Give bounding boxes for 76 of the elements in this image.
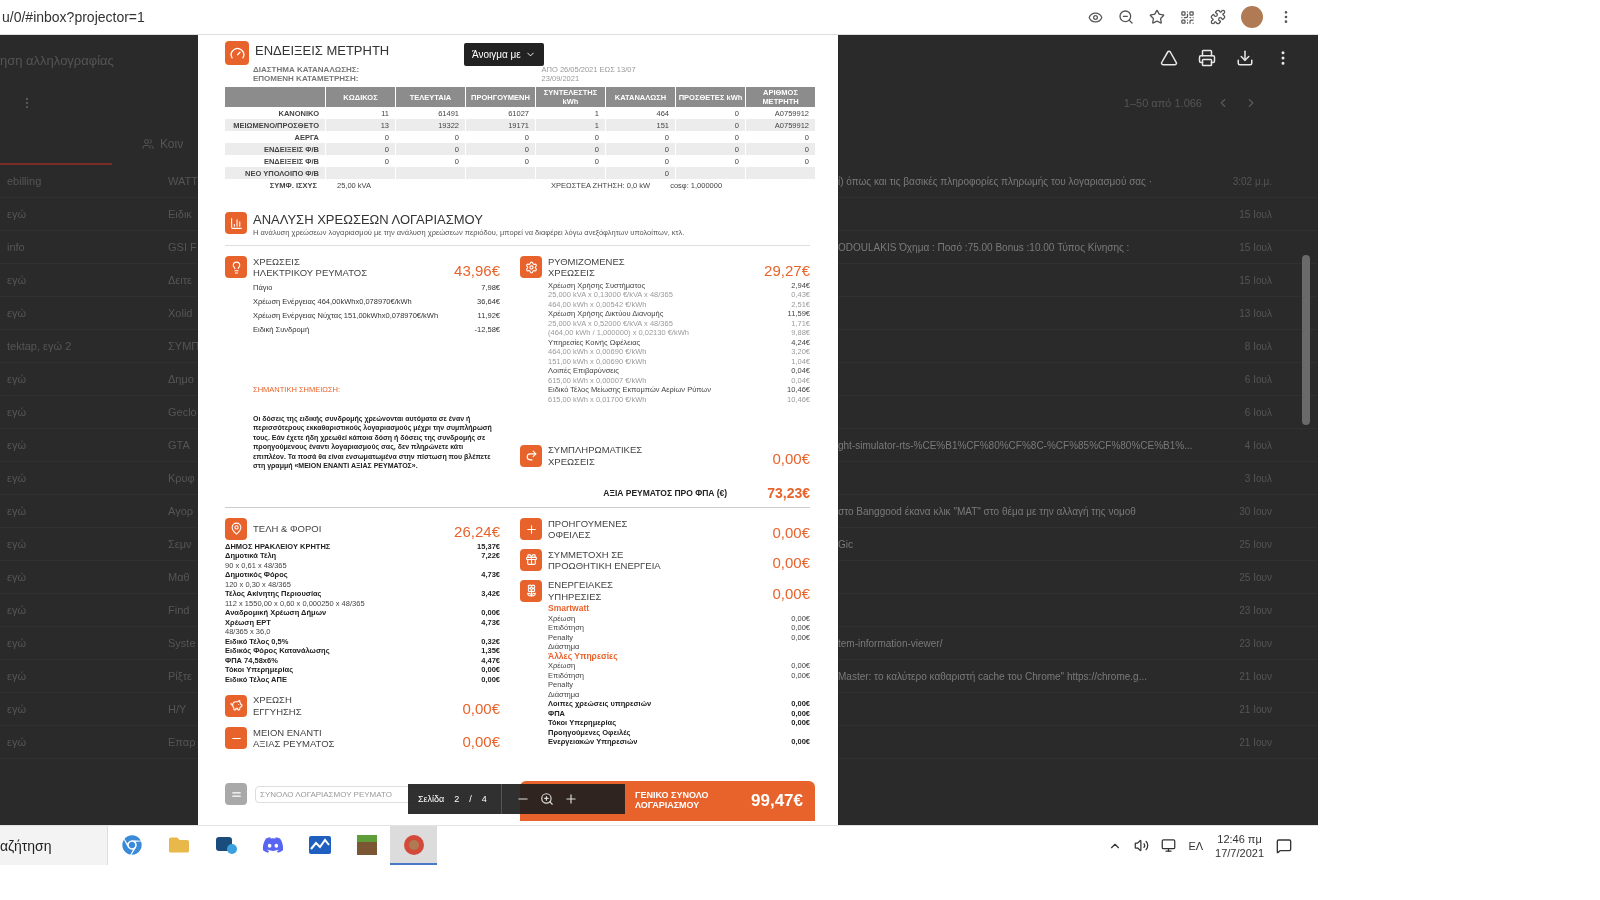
section-title: ΤΕΛΗ & ΦΟΡΟΙ xyxy=(253,523,323,535)
chrome-icon xyxy=(121,834,142,855)
page-number: 2 xyxy=(454,794,460,804)
bar-chart-icon xyxy=(225,212,247,234)
section-title: ΧΡΕΩΣΗ ΕΓΓΥΗΣΗΣ xyxy=(253,694,303,718)
analysis-title: ΑΝΑΛΥΣΗ ΧΡΕΩΣΕΩΝ ΛΟΓΑΡΙΑΣΜΟΥ xyxy=(253,212,484,227)
section-icon xyxy=(225,727,247,750)
triangle-icon[interactable] xyxy=(1160,48,1178,67)
section-title: ΣΥΜΜΕΤΟΧΗ ΣΕ ΠΡΟΩΘΗΤΙΚΗ ΕΝΕΡΓΕΙΑ xyxy=(548,548,662,572)
section-icon xyxy=(225,694,247,717)
page-separator: / xyxy=(469,794,472,804)
section-amount: 0,00€ xyxy=(462,700,500,718)
section-amount: 0,00€ xyxy=(772,450,810,468)
qr-code-icon[interactable] xyxy=(1180,9,1195,25)
email-snippet: Gic xyxy=(838,538,854,550)
section-title: ΧΡΕΩΣΕΙΣ ΗΛΕΚΤΡΙΚΟΥ ΡΕΥΜΑΤΟΣ xyxy=(253,256,369,279)
meter-title: ΕΝΔΕΙΞΕΙΣ ΜΕΤΡΗΤΗ xyxy=(255,43,390,58)
app-icon xyxy=(214,834,237,855)
grand-total-amount: 99,47€ xyxy=(751,791,803,811)
eye-icon[interactable] xyxy=(1088,9,1103,25)
section-amount: 26,24€ xyxy=(454,522,500,540)
notification-icon[interactable] xyxy=(1276,837,1292,854)
section-amount: 0,00€ xyxy=(772,523,810,541)
star-icon[interactable] xyxy=(1149,9,1165,25)
print-icon[interactable] xyxy=(1198,48,1216,67)
subtotal-label: ΑΞΙΑ ΡΕΥΜΑΤΟΣ ΠΡΟ ΦΠΑ (€) xyxy=(603,487,728,498)
grass-block-icon xyxy=(356,834,377,855)
zoom-out-icon[interactable] xyxy=(1118,9,1134,25)
chrome-profile-icon xyxy=(402,833,425,856)
grand-total-label: ΓΕΝΙΚΟ ΣΥΝΟΛΟ ΛΟΓΑΡΙΑΣΜΟΥ xyxy=(635,791,710,811)
section-title: ΠΡΟΗΓΟΥΜΕΝΕΣ ΟΦΕΙΛΕΣ xyxy=(548,517,629,541)
line-heading: Άλλες Υπηρεσίες xyxy=(548,651,619,662)
email-snippet: ODOULAKIS Όχημα : Ποσό :75.00 Bonus :10.00 Τύπος Κίνησης : xyxy=(838,241,1131,253)
email-snippet: Master: το καλύτερο καθαριστή cache του Chrome" https://chrome.g... xyxy=(838,670,1148,682)
section-icon xyxy=(520,518,542,541)
email-snippet: ght-simulator-rts-%CE%B1%CF%80%CF%8C-%CF%85%CF%80%CE%B1%... xyxy=(838,439,1194,451)
subtotal-amount: 73,23€ xyxy=(767,484,810,501)
equals-icon xyxy=(225,783,247,805)
people-icon xyxy=(142,138,154,150)
section-title: ΡΥΘΜΙΖΟΜΕΝΕΣ ΧΡΕΩΣΕΙΣ xyxy=(548,256,626,279)
email-snippet: tem-information-viewer/ xyxy=(838,637,944,649)
section-amount: 43,96€ xyxy=(454,261,500,279)
page-total: 4 xyxy=(481,794,487,804)
taskbar-search[interactable]: αζήτηση xyxy=(0,826,108,865)
language-indicator[interactable]: ΕΛ xyxy=(1188,839,1204,852)
section-title: ΣΥΜΠΛΗΡΩΜΑΤΙΚΕΣ ΧΡΕΩΣΕΙΣ xyxy=(548,444,644,468)
download-icon[interactable] xyxy=(1236,48,1254,67)
scrollbar[interactable] xyxy=(1302,255,1310,425)
gauge-icon xyxy=(225,41,249,65)
section-title: ΜΕΙΟΝ ΕΝΑΝΤΙ ΑΞΙΑΣ ΡΕΥΜΑΤΟΣ xyxy=(253,727,336,750)
section-amount: 0,00€ xyxy=(462,732,500,750)
wave-chart-icon xyxy=(308,835,331,854)
email-snippet: ί) όπως και τις βασικές πληροφορίες πληρωμής του λογαριασμού σας · xyxy=(838,175,1154,187)
avatar[interactable] xyxy=(1241,6,1263,28)
zoom-icon[interactable] xyxy=(539,792,554,806)
section-icon xyxy=(225,256,247,279)
period-label: ΔΙΑΣΤΗΜΑ ΚΑΤΑΝΑΛΩΣΗΣ: xyxy=(253,65,361,74)
email-snippet: στο Banggood έκανα κλικ "ΜΑΤ" στο θέμα με την αλλαγή της νομοθ xyxy=(838,505,1137,517)
section-icon xyxy=(520,444,542,467)
address-bar[interactable]: u/0/#inbox?projector=1 xyxy=(2,9,1088,25)
puzzle-icon[interactable] xyxy=(1210,9,1226,25)
line-heading: Smartwatt xyxy=(548,604,591,614)
section-amount: 0,00€ xyxy=(772,585,810,603)
section-amount: 29,27€ xyxy=(764,261,810,279)
section-amount: 0,00€ xyxy=(772,554,810,572)
open-with-button[interactable]: Άνοιγμα με xyxy=(464,43,544,66)
section-title: ΕΝΕΡΓΕΙΑΚΕΣ ΥΠΗΡΕΣΙΕΣ xyxy=(548,579,614,603)
network-icon[interactable] xyxy=(1161,838,1177,853)
next-reading-label: ΕΠΟΜΕΝΗ ΚΑΤΑΜΕΤΡΗΣΗ: xyxy=(253,74,360,83)
clock[interactable]: 12:46 πμ 17/7/2021 xyxy=(1215,831,1264,860)
section-icon xyxy=(225,517,247,540)
section-icon xyxy=(520,579,542,602)
section-icon xyxy=(520,548,542,571)
plus-icon[interactable] xyxy=(563,792,578,806)
section-icon xyxy=(520,256,542,279)
speaker-icon[interactable] xyxy=(1134,838,1150,853)
